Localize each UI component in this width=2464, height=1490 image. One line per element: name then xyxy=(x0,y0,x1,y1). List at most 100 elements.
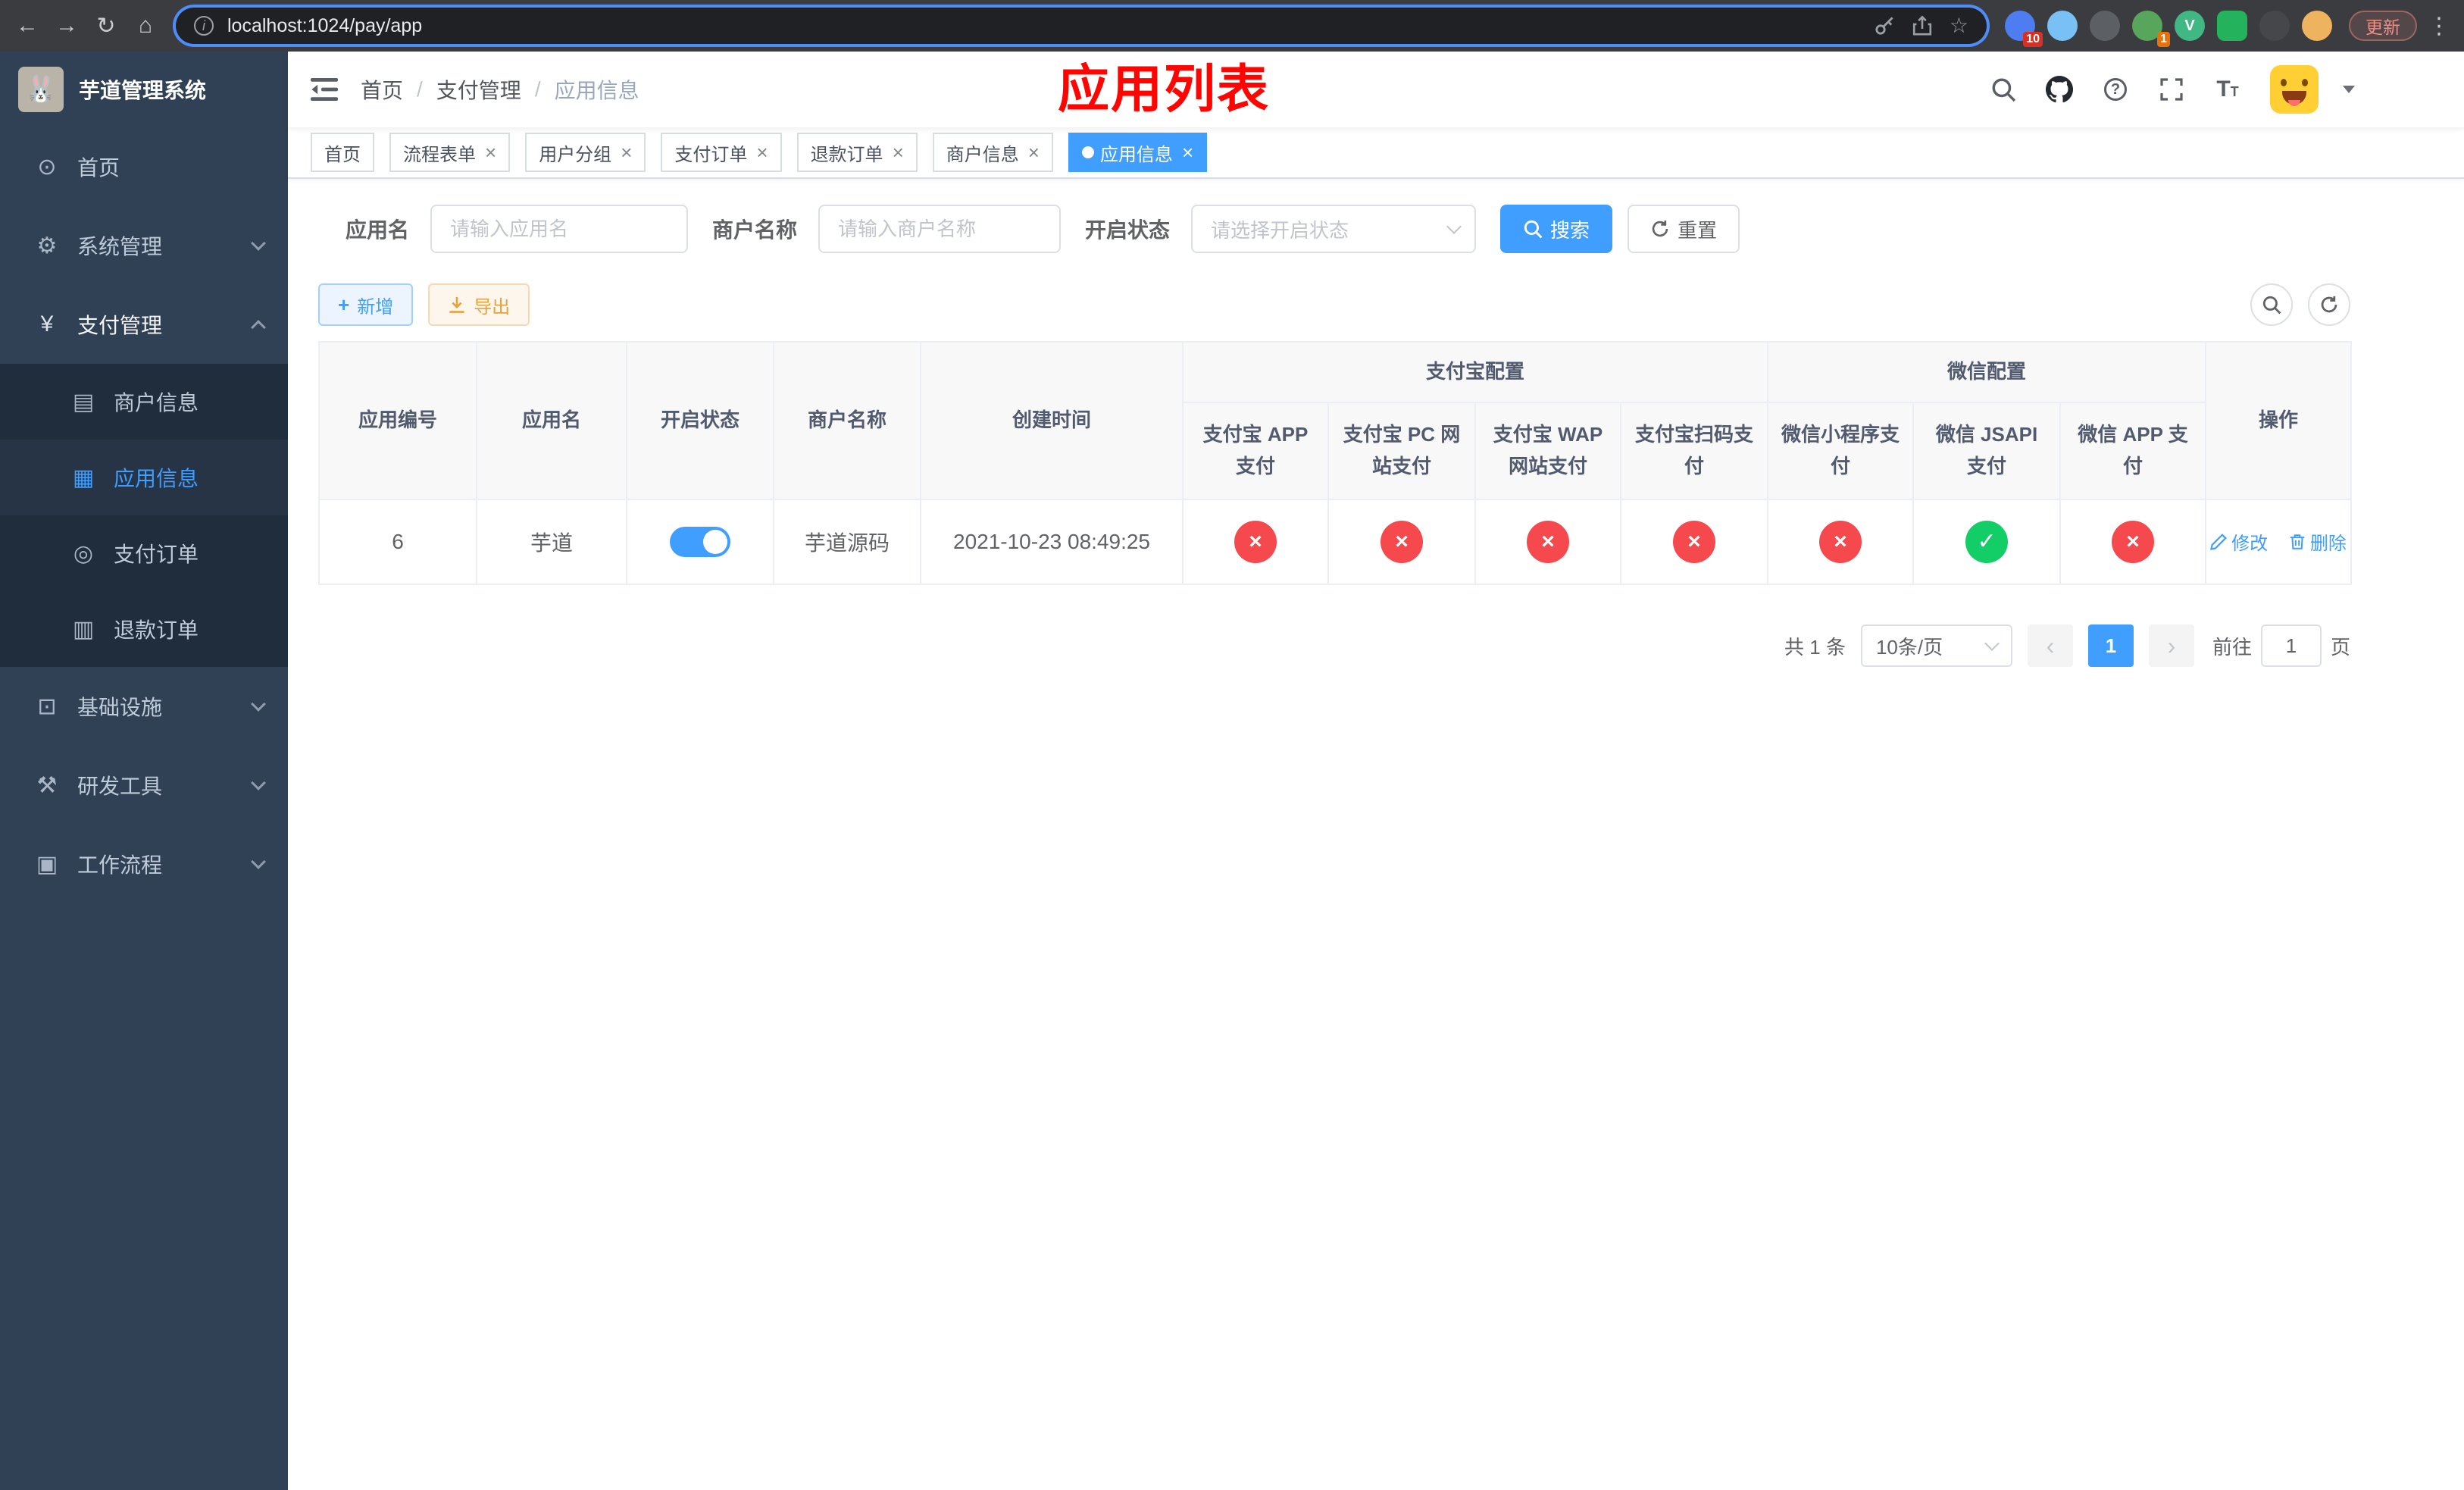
reload-icon[interactable]: ↻ xyxy=(88,8,124,44)
cell-app-id: 6 xyxy=(318,499,477,585)
password-key-icon[interactable] xyxy=(1874,15,1895,36)
pagination: 共 1 条 10条/页 ‹ 1 › 前往 页 xyxy=(318,624,2350,667)
browser-toolbar: ← → ↻ ⌂ i localhost:1024/pay/app ☆ 10 1 … xyxy=(0,0,2464,52)
add-button[interactable]: + 新增 xyxy=(318,283,414,326)
fullscreen-icon[interactable] xyxy=(2152,70,2191,109)
address-bar[interactable]: i localhost:1024/pay/app ☆ xyxy=(176,8,1987,44)
close-icon[interactable]: × xyxy=(1182,142,1193,162)
refresh-icon xyxy=(2321,296,2337,313)
download-icon xyxy=(449,297,464,313)
refresh-table-button[interactable] xyxy=(2308,283,2350,326)
page-number-1[interactable]: 1 xyxy=(2087,624,2134,667)
prev-page-button[interactable]: ‹ xyxy=(2027,624,2073,667)
help-icon[interactable]: ? xyxy=(2096,70,2135,109)
extensions-area: 10 1 V xyxy=(2005,11,2332,47)
breadcrumb-payment: 支付管理 xyxy=(436,79,521,102)
grid-icon: ▦ xyxy=(72,465,95,490)
tab-pay-orders[interactable]: 支付订单 × xyxy=(661,133,782,172)
sidebar-item-infrastructure[interactable]: ⊡ 基础设施 xyxy=(0,667,288,746)
sidebar-item-workflow[interactable]: ▣ 工作流程 xyxy=(0,825,288,903)
sidebar-logo[interactable]: 🐰 芋道管理系统 xyxy=(0,52,288,127)
close-icon[interactable]: × xyxy=(893,142,904,162)
search-icon[interactable] xyxy=(1984,70,2023,109)
extension-icon-7[interactable] xyxy=(2259,11,2290,41)
sidebar-item-dev-tools[interactable]: ⚒ 研发工具 xyxy=(0,746,288,825)
hamburger-icon[interactable] xyxy=(288,52,361,127)
extension-badge: 10 xyxy=(2023,32,2043,47)
home-icon[interactable]: ⌂ xyxy=(127,8,164,44)
col-actions: 操作 xyxy=(2205,341,2353,500)
merchant-card-icon: ▤ xyxy=(72,389,95,415)
tab-user-group[interactable]: 用户分组 × xyxy=(525,133,646,172)
font-size-icon[interactable]: TT xyxy=(2208,70,2247,109)
alipay-wap-status-icon: × xyxy=(1527,521,1569,563)
col-created-at: 创建时间 xyxy=(920,341,1184,500)
github-icon[interactable] xyxy=(2040,70,2079,109)
reset-button[interactable]: 重置 xyxy=(1628,205,1740,253)
page-size-select[interactable]: 10条/页 xyxy=(1860,624,2012,667)
alipay-app-status-icon: × xyxy=(1234,521,1277,563)
extension-icon-4[interactable]: 1 xyxy=(2132,11,2170,47)
close-icon[interactable]: × xyxy=(1028,142,1040,162)
status-select[interactable]: 请选择开启状态 xyxy=(1191,205,1477,253)
extension-icon-2[interactable] xyxy=(2047,11,2078,41)
main-area: 应用列表 首页 / 支付管理 / 应用信息 ? TT 首页 流程表单 × 用户分… xyxy=(288,52,2464,1490)
goto-page-input[interactable] xyxy=(2260,624,2322,667)
tab-process-form[interactable]: 流程表单 × xyxy=(389,133,511,172)
table-row: 6 芋道 芋道源码 2021-10-23 08:49:25 × × × × × … xyxy=(318,499,2353,585)
avatar[interactable] xyxy=(2270,65,2319,114)
yen-icon: ¥ xyxy=(40,311,54,337)
forward-icon[interactable]: → xyxy=(48,8,85,44)
breadcrumb-home[interactable]: 首页 xyxy=(361,74,403,105)
extension-icon-1[interactable]: 10 xyxy=(2005,11,2043,47)
chevron-up-icon xyxy=(251,320,266,335)
app-name-input[interactable] xyxy=(430,205,689,253)
alipay-pc-status-icon: × xyxy=(1381,521,1423,563)
extension-icon-3[interactable] xyxy=(2090,11,2120,41)
bookmark-star-icon[interactable]: ☆ xyxy=(1950,15,1968,36)
close-icon[interactable]: × xyxy=(756,142,768,162)
extension-icon-6[interactable] xyxy=(2217,11,2247,41)
sidebar-item-merchant-info[interactable]: ▤ 商户信息 xyxy=(0,364,288,440)
edit-link[interactable]: 修改 xyxy=(2210,528,2268,555)
sidebar-item-pay-orders[interactable]: ◎ 支付订单 xyxy=(0,515,288,591)
tab-merchant-info[interactable]: 商户信息 × xyxy=(932,133,1053,172)
refund-doc-icon: ▥ xyxy=(72,616,95,642)
navbar-actions: ? TT xyxy=(1984,65,2464,114)
sidebar-item-refund-orders[interactable]: ▥ 退款订单 xyxy=(0,591,288,667)
extension-icon-8[interactable] xyxy=(2302,11,2332,41)
cell-created-at: 2021-10-23 08:49:25 xyxy=(920,499,1184,585)
next-page-button[interactable]: › xyxy=(2148,624,2194,667)
share-icon[interactable] xyxy=(1912,15,1933,36)
site-info-icon[interactable]: i xyxy=(194,16,214,36)
merchant-name-input[interactable] xyxy=(818,205,1062,253)
cell-status xyxy=(626,499,774,585)
sidebar-item-payment[interactable]: ¥ 支付管理 xyxy=(0,285,288,364)
sidebar-item-system[interactable]: ⚙ 系统管理 xyxy=(0,206,288,285)
tab-home[interactable]: 首页 xyxy=(311,133,374,172)
sidebar-item-app-info[interactable]: ▦ 应用信息 xyxy=(0,440,288,515)
browser-menu-icon[interactable]: ⋮ xyxy=(2428,13,2450,39)
search-icon xyxy=(2262,296,2281,315)
status-label: 开启状态 xyxy=(1085,218,1171,242)
cell-app-name: 芋道 xyxy=(476,499,627,585)
close-icon[interactable]: × xyxy=(485,142,496,162)
toggle-search-button[interactable] xyxy=(2250,283,2293,326)
extension-icon-5[interactable]: V xyxy=(2175,11,2205,41)
chrome-update-button[interactable]: 更新 xyxy=(2349,11,2417,41)
close-icon[interactable]: × xyxy=(621,142,632,162)
active-tab-dot xyxy=(1081,146,1094,158)
delete-link[interactable]: 删除 xyxy=(2289,528,2347,555)
avatar-caret-icon[interactable] xyxy=(2343,86,2355,93)
tab-app-info[interactable]: 应用信息 × xyxy=(1068,133,1208,172)
search-button[interactable]: 搜索 xyxy=(1500,205,1613,253)
status-toggle[interactable] xyxy=(670,527,730,557)
export-button[interactable]: 导出 xyxy=(428,283,530,326)
tab-refund-orders[interactable]: 退款订单 × xyxy=(796,133,918,172)
col-status: 开启状态 xyxy=(626,341,774,500)
table-toolbar: + 新增 导出 xyxy=(318,283,2350,326)
toolbar-right xyxy=(2250,283,2350,326)
order-icon: ◎ xyxy=(73,540,94,566)
sidebar-item-home[interactable]: ⊙ 首页 xyxy=(0,127,288,206)
back-icon[interactable]: ← xyxy=(9,8,45,44)
